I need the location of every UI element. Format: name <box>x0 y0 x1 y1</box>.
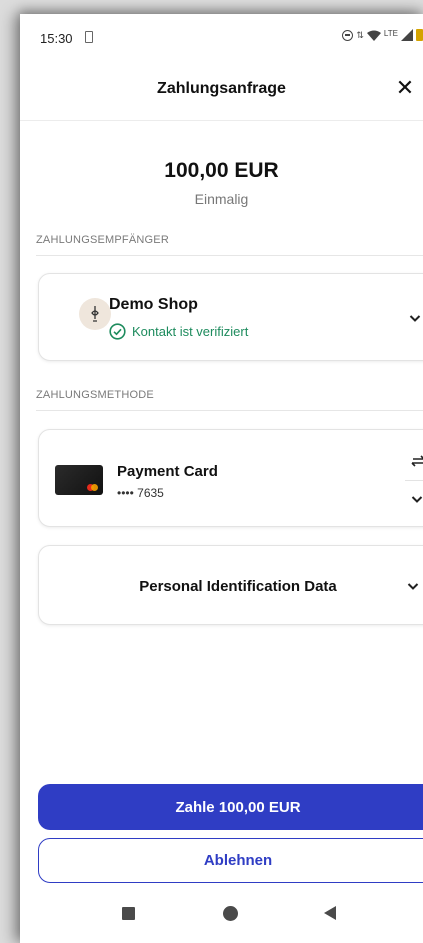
signal-icon <box>401 29 413 41</box>
swap-icon <box>411 455 423 467</box>
do-not-disturb-icon <box>342 29 354 41</box>
payment-card-number: •••• 7635 <box>117 486 164 500</box>
payment-amount: 100,00 EUR <box>164 159 279 182</box>
verified-status: Kontakt ist verifiziert <box>109 323 248 340</box>
home-icon[interactable] <box>223 906 238 921</box>
close-icon: ✕ <box>395 75 415 100</box>
pay-button[interactable]: Zahle 100,00 EUR <box>38 784 423 830</box>
check-circle-icon <box>109 323 126 340</box>
system-navigation-bar <box>20 891 423 943</box>
payee-card[interactable]: Demo Shop Kontakt ist verifiziert <box>38 273 423 361</box>
data-arrows-icon: ⇅ <box>356 29 364 40</box>
payment-method-divider <box>36 410 423 411</box>
personal-data-card[interactable]: Personal Identification Data <box>38 545 423 625</box>
battery-icon <box>416 29 423 41</box>
payment-card-name: Payment Card <box>117 463 218 480</box>
close-button[interactable]: ✕ <box>391 74 419 102</box>
chevron-down-icon[interactable] <box>407 310 423 326</box>
phone-screen: 15:30 ⇅ LTE Zahlungsanfrage ✕ 100,00 EUR… <box>20 14 423 943</box>
verified-text: Kontakt ist verifiziert <box>132 324 249 339</box>
change-payment-method-button[interactable] <box>405 448 423 474</box>
header: Zahlungsanfrage ✕ <box>20 60 423 121</box>
personal-data-label: Personal Identification Data <box>139 578 337 595</box>
decline-button[interactable]: Ablehnen <box>38 838 423 883</box>
card-icon <box>55 465 103 495</box>
payment-method-card[interactable]: Payment Card •••• 7635 <box>38 429 423 527</box>
status-time: 15:30 <box>40 31 73 46</box>
payee-section-label: ZAHLUNGSEMPFÄNGER <box>36 234 169 246</box>
payment-method-inner-divider <box>405 480 423 481</box>
shop-avatar <box>79 298 111 330</box>
network-type: LTE <box>383 28 398 38</box>
payment-frequency: Einmalig <box>194 191 249 207</box>
payment-method-section-label: ZAHLUNGSMETHODE <box>36 389 154 401</box>
page-title: Zahlungsanfrage <box>157 80 286 97</box>
recents-icon[interactable] <box>122 907 135 920</box>
chevron-down-icon[interactable] <box>409 491 423 507</box>
back-icon[interactable] <box>324 906 336 920</box>
status-bar: 15:30 ⇅ LTE <box>20 14 423 60</box>
payee-name: Demo Shop <box>109 296 198 313</box>
status-icons: ⇅ LTE <box>342 29 423 41</box>
payee-divider <box>36 255 423 256</box>
shop-logo-icon <box>91 306 99 322</box>
wifi-icon <box>366 30 381 41</box>
chevron-down-icon[interactable] <box>405 578 421 594</box>
sim-card-icon <box>85 31 93 43</box>
